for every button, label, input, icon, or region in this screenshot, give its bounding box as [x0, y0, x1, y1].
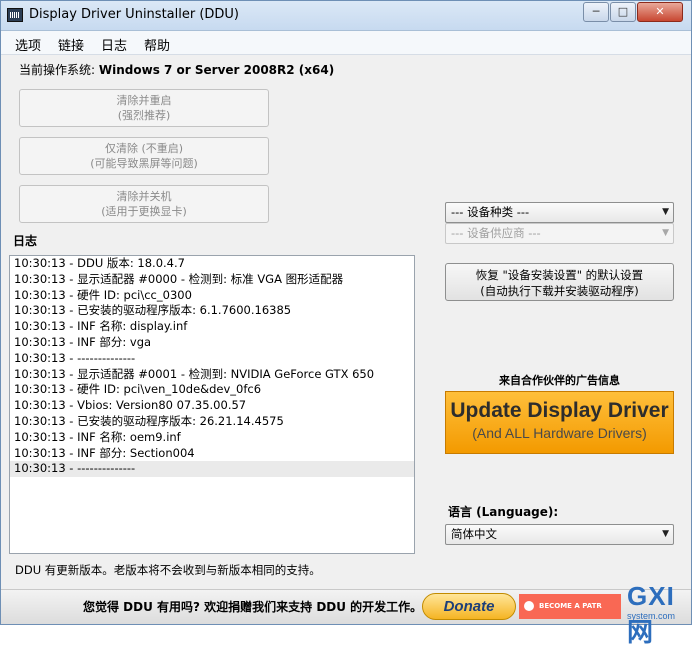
log-line: 10:30:13 - DDU 版本: 18.0.4.7: [14, 256, 185, 270]
window-title: Display Driver Uninstaller (DDU): [29, 7, 240, 22]
clean-shutdown-sublabel: (适用于更换显卡): [101, 205, 187, 218]
log-line: 10:30:13 - 显示适配器 #0000 - 检测到: 标准 VGA 图形适…: [14, 271, 344, 286]
os-label: 当前操作系统:: [19, 63, 96, 77]
log-line: 10:30:13 - INF 名称: display.inf: [14, 319, 188, 334]
log-label: 日志: [13, 234, 38, 248]
log-list[interactable]: 10:30:13 - DDU 版本: 18.0.4.7 10:30:13 - 显…: [9, 255, 415, 554]
log-line: 10:30:13 - Vbios: Version80 07.35.00.57: [14, 398, 247, 413]
site-watermark: GXI网 system.com: [619, 581, 692, 647]
watermark-domain: system.com: [627, 611, 676, 621]
language-dropdown[interactable]: 简体中文 ▼: [445, 524, 674, 545]
device-vendor-value: --- 设备供应商 ---: [451, 226, 541, 240]
ad-title: 来自合作伙伴的广告信息: [499, 374, 620, 387]
update-driver-ad[interactable]: Update Display Driver (And ALL Hardware …: [445, 391, 674, 454]
app-window: Display Driver Uninstaller (DDU) ─ □ ✕ 选…: [0, 0, 692, 647]
ad-headline: Update Display Driver: [450, 399, 669, 422]
donate-message: 您觉得 DDU 有用吗? 欢迎捐赠我们来支持 DDU 的开发工作。: [83, 600, 423, 614]
log-line: 10:30:13 - 显示适配器 #0001 - 检测到: NVIDIA GeF…: [14, 366, 375, 381]
clean-restart-button[interactable]: 清除并重启 (强烈推荐): [19, 89, 269, 127]
chevron-down-icon: ▼: [662, 228, 669, 238]
app-icon: [7, 8, 23, 22]
log-line: 10:30:13 - 硬件 ID: pci\cc_0300: [14, 287, 192, 302]
log-line: 10:30:13 - 硬件 ID: pci\ven_10de&dev_0fc6: [14, 382, 262, 397]
clean-no-restart-sublabel: (可能导致黑屏等问题): [90, 157, 198, 170]
restore-defaults-button[interactable]: 恢复 "设备安装设置" 的默认设置 (自动执行下载并安装驱动程序): [445, 263, 674, 301]
patreon-icon: [524, 601, 534, 611]
menu-log[interactable]: 日志: [101, 35, 127, 54]
clean-no-restart-label: 仅清除 (不重启): [104, 142, 184, 155]
title-bar: Display Driver Uninstaller (DDU) ─ □ ✕: [1, 1, 691, 31]
log-line: 10:30:13 - INF 部分: Section004: [14, 445, 195, 460]
device-type-dropdown[interactable]: --- 设备种类 --- ▼: [445, 202, 674, 223]
status-text: DDU 有更新版本。老版本将不会收到与新版本相同的支持。: [15, 563, 321, 577]
restore-defaults-label: 恢复 "设备安装设置" 的默认设置: [475, 268, 644, 282]
restore-defaults-sublabel: (自动执行下载并安装驱动程序): [480, 284, 639, 298]
language-label: 语言 (Language):: [448, 505, 559, 519]
chevron-down-icon: ▼: [662, 207, 669, 217]
chevron-down-icon: ▼: [662, 529, 669, 539]
menu-help[interactable]: 帮助: [144, 35, 170, 54]
clean-restart-label: 清除并重启: [116, 94, 172, 107]
log-line: 10:30:13 - --------------: [14, 350, 136, 365]
clean-shutdown-label: 清除并关机: [116, 190, 172, 203]
footer-bar: 您觉得 DDU 有用吗? 欢迎捐赠我们来支持 DDU 的开发工作。 Donate…: [1, 589, 691, 624]
language-value: 简体中文: [451, 527, 497, 541]
os-value: Windows 7 or Server 2008R2 (x64): [98, 63, 335, 77]
maximize-button[interactable]: □: [610, 2, 636, 22]
close-button[interactable]: ✕: [637, 2, 683, 22]
log-line: 10:30:13 - 已安装的驱动程序版本: 6.1.7600.16385: [14, 303, 292, 318]
os-info: 当前操作系统: Windows 7 or Server 2008R2 (x64): [19, 61, 334, 78]
menu-links[interactable]: 链接: [58, 35, 84, 54]
ad-subline: (And ALL Hardware Drivers): [472, 425, 647, 441]
patreon-label: BECOME A PATR: [539, 602, 602, 610]
menu-bar: 选项 链接 日志 帮助: [1, 31, 691, 55]
patreon-button[interactable]: BECOME A PATR: [519, 594, 621, 619]
log-line: 10:30:13 - INF 部分: vga: [14, 334, 152, 349]
menu-options[interactable]: 选项: [15, 35, 41, 54]
device-vendor-dropdown[interactable]: --- 设备供应商 --- ▼: [445, 223, 674, 244]
clean-restart-sublabel: (强烈推荐): [117, 109, 171, 122]
minimize-button[interactable]: ─: [583, 2, 609, 22]
clean-shutdown-button[interactable]: 清除并关机 (适用于更换显卡): [19, 185, 269, 223]
donate-button[interactable]: Donate: [422, 593, 516, 620]
log-line: 10:30:13 - 已安装的驱动程序版本: 26.21.14.4575: [14, 413, 284, 428]
clean-no-restart-button[interactable]: 仅清除 (不重启) (可能导致黑屏等问题): [19, 137, 269, 175]
log-line: 10:30:13 - INF 名称: oem9.inf: [14, 429, 181, 444]
device-type-value: --- 设备种类 ---: [451, 205, 530, 219]
log-line-selected: 10:30:13 - --------------: [10, 461, 414, 478]
